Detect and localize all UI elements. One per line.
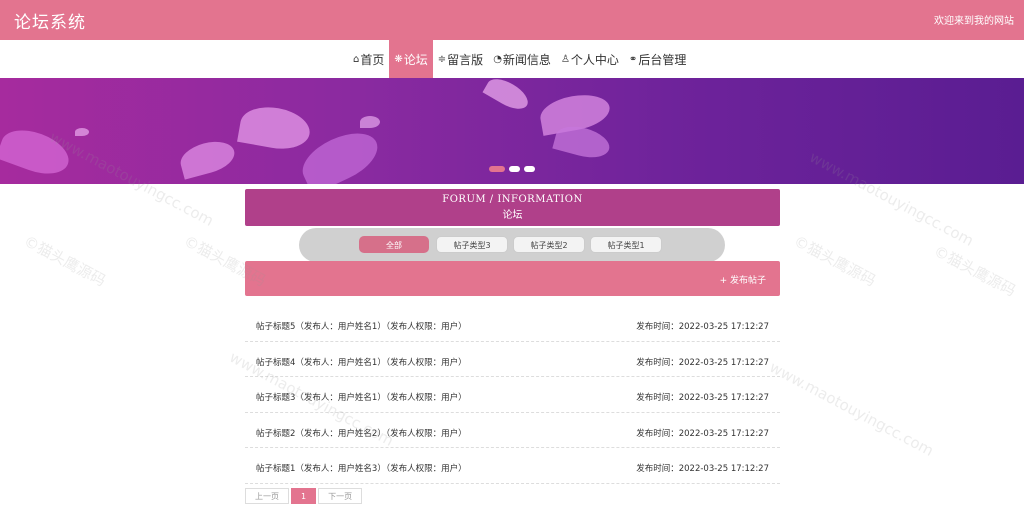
news-icon: ◔ (493, 53, 502, 65)
home-icon: ⌂ (353, 53, 360, 65)
forum-title-en: FORUM / INFORMATION (442, 194, 583, 205)
carousel-dot[interactable] (524, 166, 535, 172)
plus-icon: + (719, 276, 728, 286)
nav-admin[interactable]: ⚭ 后台管理 (624, 40, 691, 78)
filter-type3[interactable]: 帖子类型3 (436, 236, 508, 253)
banner-petal (237, 102, 313, 154)
post-list: 帖子标题5（发布人：用户姓名1）（发布人权限：用户） 发布时间：2022-03-2… (245, 306, 780, 484)
user-icon: ♙ (560, 53, 570, 65)
forum-icon: ❋ (394, 53, 403, 65)
post-title: 帖子标题3（发布人：用户姓名1）（发布人权限：用户） (256, 393, 467, 404)
watermark: www.maotouyingcc.com (766, 358, 937, 460)
prev-page-button[interactable]: 上一页 (245, 488, 289, 504)
watermark: ©猫头鹰源码 (20, 231, 109, 291)
filter-all[interactable]: 全部 (359, 236, 429, 253)
nav-news-label: 新闻信息 (502, 52, 551, 67)
forum-title-cn: 论坛 (502, 210, 523, 221)
banner-petal (482, 78, 533, 115)
next-page-button[interactable]: 下一页 (318, 488, 363, 504)
watermark: ©猫头鹰源码 (790, 231, 879, 291)
nav-forum-label: 论坛 (403, 52, 428, 67)
post-title: 帖子标题4（发布人：用户姓名1）（发布人权限：用户） (256, 357, 467, 368)
carousel-indicators (489, 166, 535, 172)
category-filter: 全部 帖子类型3 帖子类型2 帖子类型1 (299, 228, 725, 262)
list-item[interactable]: 帖子标题4（发布人：用户姓名1）（发布人权限：用户） 发布时间：2022-03-2… (245, 342, 780, 378)
post-time: 发布时间：2022-03-25 17:12:27 (636, 322, 769, 332)
carousel-dot[interactable] (509, 166, 520, 172)
post-time: 发布时间：2022-03-25 17:12:27 (636, 393, 769, 404)
watermark: ©猫头鹰源码 (930, 241, 1019, 301)
list-item[interactable]: 帖子标题5（发布人：用户姓名1）（发布人权限：用户） 发布时间：2022-03-2… (245, 306, 780, 342)
nav-admin-label: 后台管理 (638, 52, 687, 67)
link-icon: ⚭ (628, 53, 638, 65)
post-title: 帖子标题5（发布人：用户姓名1）（发布人权限：用户） (256, 322, 467, 332)
banner-petal (177, 136, 238, 180)
post-title: 帖子标题1（发布人：用户姓名3）（发布人权限：用户） (256, 464, 467, 475)
filter-type2[interactable]: 帖子类型2 (513, 236, 585, 253)
forum-section-header: FORUM / INFORMATION 论坛 (245, 189, 780, 226)
welcome-text: 欢迎来到我的网站 (934, 16, 1014, 27)
post-time: 发布时间：2022-03-25 17:12:27 (636, 357, 769, 368)
nav-profile[interactable]: ♙ 个人中心 (556, 40, 624, 78)
nav-guestbook-label: 留言版 (447, 52, 484, 67)
list-item[interactable]: 帖子标题2（发布人：用户姓名2）（发布人权限：用户） 发布时间：2022-03-2… (245, 413, 780, 449)
pagination: 上一页 1 下一页 (245, 488, 363, 504)
banner-petal (75, 128, 89, 136)
nav-guestbook[interactable]: ≑ 留言版 (433, 40, 488, 78)
main-nav: ⌂ 首页 ❋ 论坛 ≑ 留言版 ◔ 新闻信息 ♙ 个人中心 ⚭ 后台管理 (0, 40, 1024, 78)
publish-post-label: 发布帖子 (729, 276, 766, 286)
post-title: 帖子标题2（发布人：用户姓名2）（发布人权限：用户） (256, 428, 467, 439)
site-title[interactable]: 论坛系统 (14, 8, 86, 33)
list-item[interactable]: 帖子标题1（发布人：用户姓名3）（发布人权限：用户） 发布时间：2022-03-2… (245, 448, 780, 484)
banner-petal (552, 121, 613, 163)
post-time: 发布时间：2022-03-25 17:12:27 (636, 464, 769, 475)
filter-type1[interactable]: 帖子类型1 (590, 236, 662, 253)
top-header-bar: 论坛系统 欢迎来到我的网站 (0, 0, 1024, 40)
nav-home[interactable]: ⌂ 首页 (348, 40, 389, 78)
nav-news[interactable]: ◔ 新闻信息 (488, 40, 556, 78)
post-time: 发布时间：2022-03-25 17:12:27 (636, 428, 769, 439)
publish-post-button[interactable]: + 发布帖子 (720, 273, 766, 286)
nav-forum[interactable]: ❋ 论坛 (389, 40, 433, 78)
post-action-bar: + 发布帖子 (245, 261, 780, 296)
banner-petal (0, 122, 75, 182)
banner-petal (360, 116, 380, 128)
nav-profile-label: 个人中心 (570, 52, 619, 67)
current-page-button[interactable]: 1 (291, 488, 317, 504)
carousel-dot[interactable] (489, 166, 505, 172)
nav-home-label: 首页 (360, 52, 385, 67)
list-item[interactable]: 帖子标题3（发布人：用户姓名1）（发布人权限：用户） 发布时间：2022-03-2… (245, 377, 780, 413)
message-icon: ≑ (437, 53, 447, 65)
